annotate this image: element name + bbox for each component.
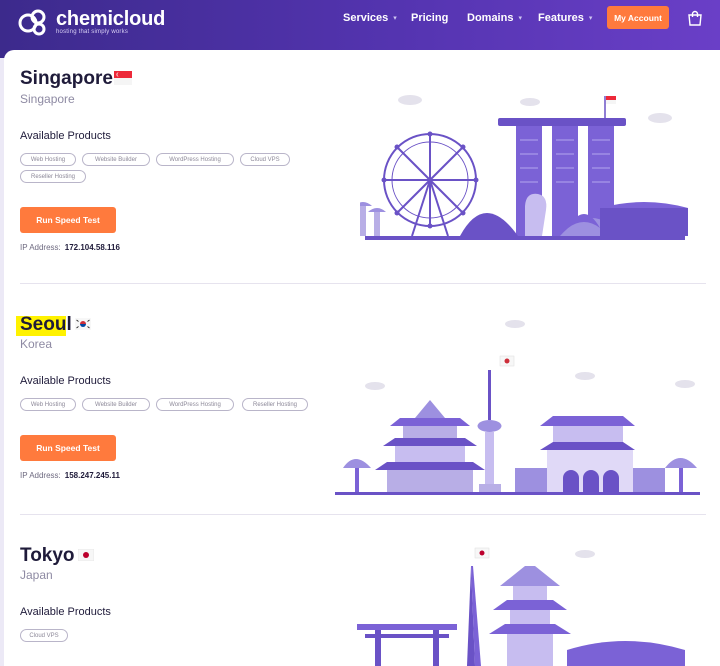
ip-address-singapore: IP Address: 172.104.58.116 xyxy=(20,243,120,252)
product-tag-wordpress-hosting: WordPress Hosting xyxy=(156,153,234,166)
nav-services-label: Services xyxy=(343,12,389,24)
product-tag-website-builder: Website Builder xyxy=(82,398,150,411)
brand-logo[interactable]: chemicloud hosting that simply works xyxy=(18,6,198,40)
location-title-singapore: Singapore xyxy=(20,68,113,89)
chevron-down-icon: ▾ xyxy=(393,15,397,22)
product-tag-reseller-hosting: Reseller Hosting xyxy=(20,170,86,183)
nav-domains-label: Domains xyxy=(467,12,514,24)
product-tag-website-builder: Website Builder xyxy=(82,153,150,166)
product-tag-web-hosting: Web Hosting xyxy=(20,398,76,411)
ip-label: IP Address: xyxy=(20,471,61,480)
brand-tagline: hosting that simply works xyxy=(56,29,129,35)
tokyo-skyline-illustration xyxy=(357,547,685,666)
run-speed-test-button-singapore[interactable]: Run Speed Test xyxy=(20,207,116,233)
location-country-singapore: Singapore xyxy=(20,92,75,106)
location-title-seoul: Seoul xyxy=(20,314,72,335)
seoul-skyline-illustration xyxy=(335,320,700,495)
shopping-bag-icon[interactable] xyxy=(687,10,703,26)
product-tag-cloud-vps: Cloud VPS xyxy=(240,153,290,166)
south-korea-flag-icon xyxy=(75,318,91,330)
location-country-seoul: Korea xyxy=(20,337,53,351)
chevron-down-icon: ▾ xyxy=(518,15,522,22)
japan-flag-icon xyxy=(78,549,94,561)
section-divider xyxy=(20,283,706,284)
available-products-heading: Available Products xyxy=(20,130,111,142)
nav-features-label: Features xyxy=(538,12,584,24)
ip-value: 172.104.58.116 xyxy=(64,243,120,252)
run-speed-test-button-seoul[interactable]: Run Speed Test xyxy=(20,435,116,461)
ip-address-seoul: IP Address: 158.247.245.11 xyxy=(20,471,120,480)
section-divider xyxy=(20,514,706,515)
ip-label: IP Address: xyxy=(20,243,61,252)
chemicloud-logo-icon xyxy=(18,9,46,36)
nav-pricing-label: Pricing xyxy=(411,12,449,24)
product-tag-wordpress-hosting: WordPress Hosting xyxy=(156,398,234,411)
nav-features[interactable]: Features ▾ xyxy=(538,11,592,25)
nav-pricing[interactable]: Pricing xyxy=(411,11,448,25)
product-tag-web-hosting: Web Hosting xyxy=(20,153,76,166)
location-country-tokyo: Japan xyxy=(20,568,53,582)
chevron-down-icon: ▾ xyxy=(588,15,593,22)
ip-value: 158.247.245.11 xyxy=(64,471,120,480)
product-tag-cloud-vps: Cloud VPS xyxy=(20,629,68,642)
brand-name: chemicloud xyxy=(56,8,166,30)
location-title-tokyo: Tokyo xyxy=(20,545,75,566)
nav-services[interactable]: Services ▾ xyxy=(343,11,397,25)
my-account-button[interactable]: My Account xyxy=(607,6,669,29)
product-tag-reseller-hosting: Reseller Hosting xyxy=(242,398,308,411)
nav-domains[interactable]: Domains ▾ xyxy=(467,11,522,25)
singapore-skyline-illustration xyxy=(360,95,688,240)
singapore-flag-icon xyxy=(114,71,132,85)
available-products-heading: Available Products xyxy=(20,606,111,618)
available-products-heading: Available Products xyxy=(20,375,111,387)
